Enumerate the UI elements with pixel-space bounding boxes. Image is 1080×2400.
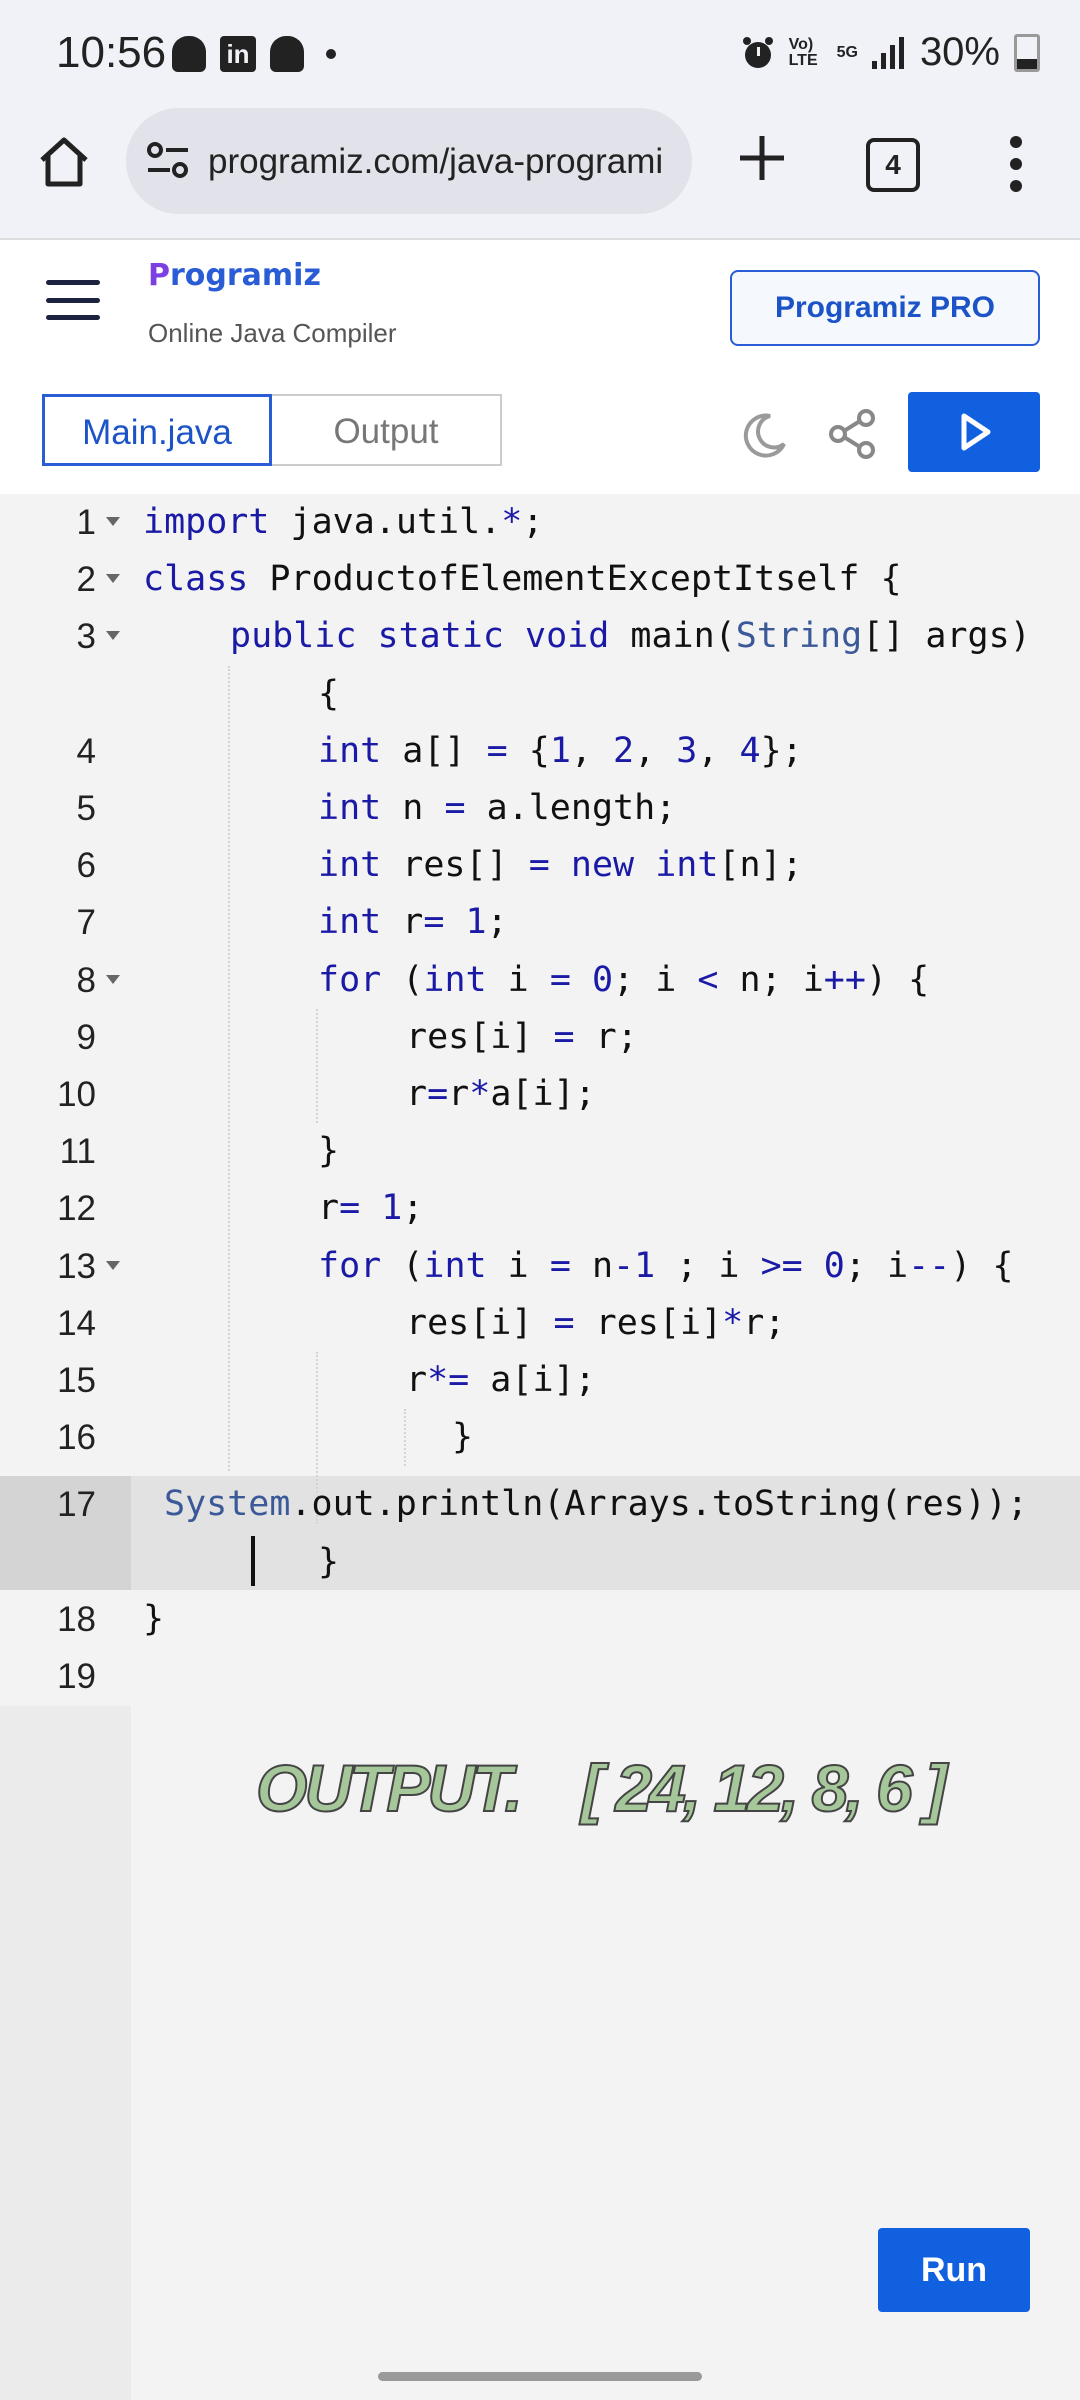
programiz-pro-button[interactable]: Programiz PRO [730,270,1040,346]
site-settings-icon[interactable] [146,140,190,180]
code-line: 5 int n = a.length; [76,788,677,828]
fold-arrow-icon[interactable] [106,631,120,640]
code-line: 18 } [57,1599,165,1639]
alarm-icon [742,36,773,68]
tab-switcher-button[interactable]: 4 [866,138,920,192]
tab-main-java[interactable]: Main.java [42,394,272,466]
code-line: 8 for (int i = 0; i < n; i++) { [76,960,930,1000]
code-line: 15 r*= a[i]; [57,1360,596,1400]
site-subtitle: Online Java Compiler [148,318,397,348]
code-line: 13 for (int i = n-1 ; i >= 0; i--) { [57,1246,1014,1286]
code-line-wrap: } [318,1542,340,1582]
snapchat-icon [172,36,206,72]
url-text[interactable]: programiz.com/java-programi [208,142,678,182]
code-line: 17 System.out.println(Arrays.toString(re… [57,1484,1028,1524]
five-g-label: 5G [836,43,858,61]
tab-output[interactable]: Output [272,394,502,466]
programiz-logo[interactable]: Programiz [148,258,321,293]
editor-toolbar: Main.java Output [0,372,1080,496]
code-line: 1 import java.util.*; [76,502,544,542]
battery-icon [1014,33,1040,72]
run-button[interactable]: Run [878,2228,1030,2312]
code-line: 10 r=r*a[i]; [57,1074,596,1114]
code-line: 6 int res[] = new int[n]; [76,845,803,885]
share-icon[interactable] [826,408,878,460]
fold-arrow-icon[interactable] [106,975,120,984]
output-annotation: OUTPUT. [ 24, 12, 8, 6 ] [255,1750,948,1826]
snapchat-icon [270,36,304,72]
code-line: 9 res[i] = r; [76,1017,638,1057]
code-line: 14 res[i] = res[i]*r; [57,1303,786,1343]
fold-arrow-icon[interactable] [106,1261,120,1270]
code-line: 16 } [57,1417,474,1457]
signal-icon [871,36,904,69]
code-line: 2 class ProductofElementExceptItself { [76,559,902,599]
code-line: 12 r= 1; [57,1188,424,1228]
fold-arrow-icon[interactable] [106,517,120,526]
code-line: 4 int a[] = {1, 2, 3, 4}; [76,731,803,771]
play-icon [961,413,991,451]
code-line-wrap: { [318,674,340,714]
new-tab-icon[interactable] [732,128,792,188]
more-notifications-dot-icon [326,49,336,59]
linkedin-icon: in [220,36,256,72]
site-header: Programiz Online Java Compiler Programiz… [0,238,1080,374]
fold-arrow-icon[interactable] [106,574,120,583]
address-bar[interactable]: programiz.com/java-programi [126,108,692,214]
code-line: 7 int r= 1; [76,902,508,942]
code-line: 11 } [59,1131,340,1171]
code-line: 19 [57,1657,96,1696]
text-cursor [251,1536,255,1586]
hamburger-menu-icon[interactable] [46,280,100,320]
run-code-button[interactable] [908,392,1040,472]
code-line: 3 public static void main(String[] args) [76,616,1031,656]
overflow-menu-icon[interactable] [1008,136,1024,192]
battery-percent: 30% [919,30,1000,74]
volte-label: Vo) LTE [788,35,818,69]
dark-mode-icon[interactable] [740,410,790,460]
home-indicator[interactable] [378,2372,702,2381]
status-time: 10:56 [56,28,167,77]
code-editor[interactable]: 1 import java.util.*; 2 class ProductofE… [0,494,1080,2400]
system-icons: Vo) LTE 5G 30% [741,30,1040,75]
notification-icons: in [172,36,336,72]
status-bar: 10:56 in Vo) LTE 5G 30% [0,0,1080,108]
browser-toolbar: programiz.com/java-programi 4 [0,108,1080,238]
home-icon[interactable] [36,134,92,190]
